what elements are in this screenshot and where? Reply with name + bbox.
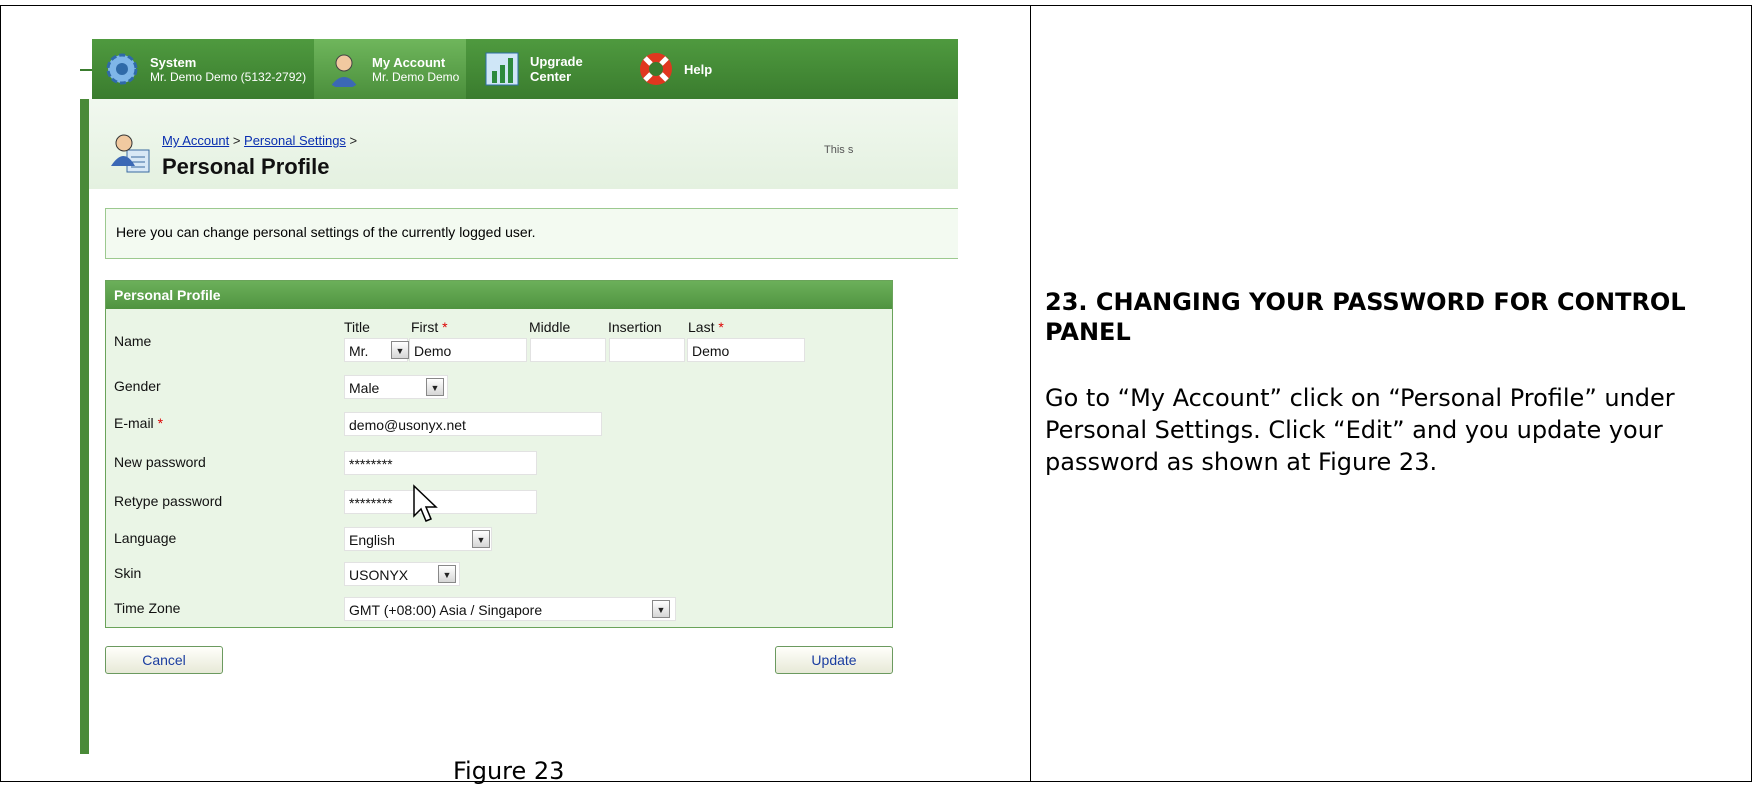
dropdown-arrow-icon[interactable]: ▼ (391, 341, 409, 359)
chart-icon (485, 52, 519, 86)
column-divider (1030, 6, 1031, 781)
section-heading: 23. CHANGING YOUR PASSWORD FOR CONTROL P… (1045, 288, 1686, 346)
dropdown-arrow-icon[interactable]: ▼ (652, 600, 670, 618)
first-column-text: First (411, 319, 439, 335)
skin-label: Skin (114, 565, 142, 581)
lifebuoy-icon (640, 53, 672, 85)
insertion-column-label: Insertion (608, 319, 662, 335)
new-password-label: New password (114, 454, 206, 470)
language-label: Language (114, 530, 177, 546)
required-mark: * (157, 415, 164, 431)
tab-upgrade-center[interactable]: Upgrade Center (472, 39, 624, 99)
intro-message: Here you can change personal settings of… (105, 208, 958, 259)
timezone-label: Time Zone (114, 600, 181, 616)
tab-upgrade-center-title: Upgrade Center (530, 54, 583, 84)
last-name-field[interactable]: Demo (687, 338, 805, 362)
tabbar-lead-line (80, 69, 92, 71)
header-note: This s (824, 144, 854, 156)
tab-system-subtitle: Mr. Demo Demo (5132-2792) (150, 69, 307, 84)
language-select[interactable]: English (344, 527, 492, 551)
tab-help[interactable]: Help (626, 39, 726, 99)
required-mark: * (718, 319, 724, 335)
dropdown-arrow-icon[interactable]: ▼ (438, 565, 456, 583)
tab-my-account[interactable]: My Account Mr. Demo Demo (314, 39, 466, 99)
email-label-text: E-mail (114, 415, 154, 431)
mouse-cursor-icon (413, 484, 438, 522)
profile-icon (111, 134, 150, 173)
email-field[interactable]: demo@usonyx.net (344, 412, 602, 436)
title-column-label: Title (344, 319, 370, 335)
middle-name-field[interactable] (530, 338, 606, 362)
screenshot-figure: System Mr. Demo Demo (5132-2792) My Acco… (80, 32, 958, 754)
tab-help-title: Help (684, 61, 713, 77)
timezone-select[interactable]: GMT (+08:00) Asia / Singapore (344, 597, 676, 621)
breadcrumb-my-account-link[interactable]: My Account (162, 133, 229, 148)
first-name-field[interactable]: Demo (409, 338, 527, 362)
dropdown-arrow-icon[interactable]: ▼ (472, 530, 490, 548)
tab-my-account-title: My Account (372, 54, 446, 70)
left-accent-bar (80, 99, 89, 754)
section-body-text: Go to “My Account” click on “Personal Pr… (1045, 384, 1675, 476)
gender-label: Gender (114, 378, 161, 394)
page-title: Personal Profile (162, 154, 330, 179)
cancel-button[interactable]: Cancel (105, 646, 223, 674)
middle-column-label: Middle (529, 319, 571, 335)
figure-caption: Figure 23 (453, 757, 565, 785)
breadcrumb-separator: > (229, 133, 245, 148)
update-button[interactable]: Update (775, 646, 893, 674)
tab-my-account-subtitle: Mr. Demo Demo (372, 69, 460, 84)
required-mark: * (442, 319, 448, 335)
email-label: E-mail * (114, 415, 163, 431)
breadcrumb-personal-settings-link[interactable]: Personal Settings (244, 133, 346, 148)
tab-system-title: System (150, 54, 197, 70)
last-column-text: Last (688, 319, 715, 335)
top-tab-bar: System Mr. Demo Demo (5132-2792) My Acco… (92, 39, 958, 99)
breadcrumb: My Account > Personal Settings > (162, 133, 357, 148)
user-icon (330, 54, 358, 87)
dropdown-arrow-icon[interactable]: ▼ (426, 378, 444, 396)
title-select-value: Mr. (349, 343, 369, 359)
name-label: Name (114, 333, 152, 349)
new-password-field[interactable]: ******** (344, 451, 537, 475)
insertion-field[interactable] (609, 338, 685, 362)
tab-system[interactable]: System Mr. Demo Demo (5132-2792) (92, 39, 310, 99)
breadcrumb-separator-end: > (345, 133, 358, 148)
last-column-label: Last * (688, 319, 724, 335)
panel-title: Personal Profile (106, 281, 892, 309)
first-column-label: First * (411, 319, 448, 335)
personal-profile-panel: Personal Profile Name Title First * Midd… (105, 280, 893, 628)
gear-icon (106, 53, 138, 85)
retype-password-label: Retype password (114, 493, 223, 509)
